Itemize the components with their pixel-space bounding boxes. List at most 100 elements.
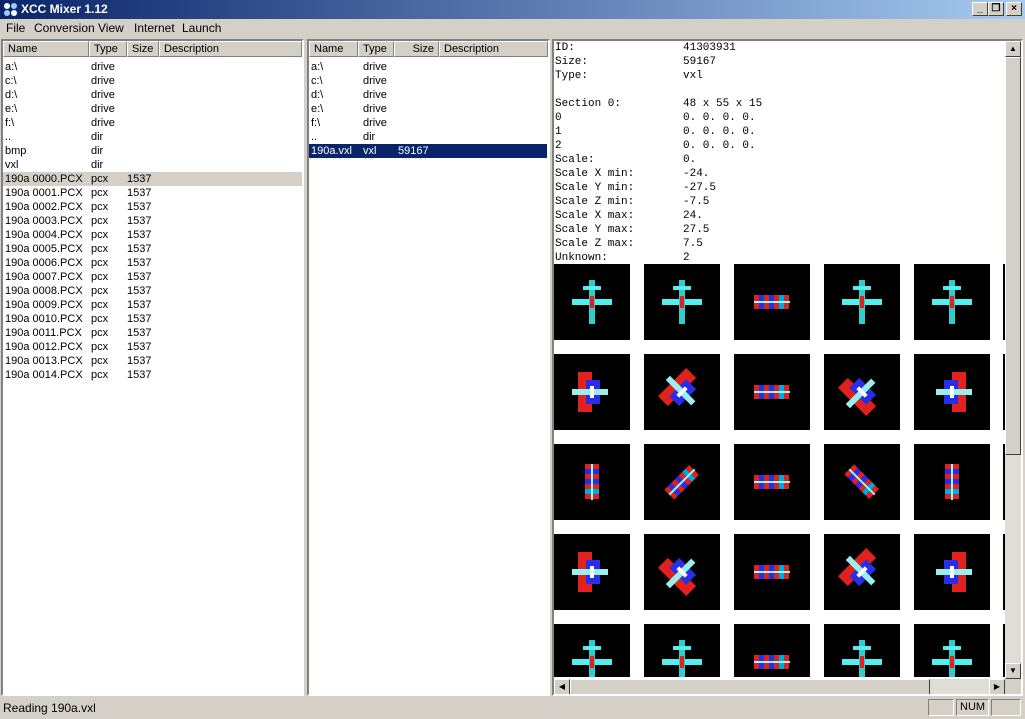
list-item[interactable]: 190a.vxl vxl 59167 <box>309 144 547 158</box>
vxl-thumbnail <box>914 354 990 430</box>
info-value: 0. 0. 0. 0. <box>683 140 756 152</box>
cell-type: drive <box>363 61 387 73</box>
menu-launch[interactable]: Launch <box>182 21 221 35</box>
scroll-right-button[interactable]: ▶ <box>989 679 1005 694</box>
info-key: Type: <box>555 70 589 82</box>
info-value: 2 <box>683 252 690 264</box>
info-value: -7.5 <box>683 196 710 208</box>
cell-name: 190a 0006.PCX <box>5 257 83 269</box>
cell-type: pcx <box>91 327 109 339</box>
cell-type: pcx <box>91 355 109 367</box>
list-item[interactable]: c:\ drive <box>3 74 302 88</box>
restore-button[interactable]: ❐ <box>988 2 1004 16</box>
cell-type: dir <box>363 131 376 143</box>
cell-size: 1537 <box>127 327 152 339</box>
cell-name: bmp <box>5 145 27 157</box>
list-item[interactable]: .. dir <box>3 130 302 144</box>
menu-bar: File Conversion View Internet Launch <box>0 19 1025 38</box>
list-item[interactable]: vxl dir <box>3 158 302 172</box>
list-item[interactable]: bmp dir <box>3 144 302 158</box>
cell-type: pcx <box>91 313 109 325</box>
cell-size: 1537 <box>127 229 152 241</box>
menu-internet[interactable]: Internet <box>134 21 175 35</box>
vxl-thumbnail <box>644 624 720 677</box>
list-item[interactable]: 190a 0011.PCX pcx 1537 <box>3 326 302 340</box>
list-item[interactable]: 190a 0005.PCX pcx 1537 <box>3 242 302 256</box>
list-item[interactable]: 190a 0004.PCX pcx 1537 <box>3 228 302 242</box>
status-text: Reading 190a.vxl <box>3 701 96 715</box>
cell-type: pcx <box>91 257 109 269</box>
cell-name: 190a 0002.PCX <box>5 201 83 213</box>
window-title: XCC Mixer 1.12 <box>21 2 108 16</box>
column-description[interactable]: Description <box>439 41 548 57</box>
list-item[interactable]: a:\ drive <box>309 60 547 74</box>
cell-size: 1537 <box>127 271 152 283</box>
cell-type: dir <box>91 159 104 171</box>
menu-conversion[interactable]: Conversion <box>34 21 95 35</box>
horizontal-scroll-thumb[interactable] <box>570 679 930 694</box>
minimize-button[interactable]: _ <box>972 2 988 16</box>
vxl-thumbnail <box>824 534 900 610</box>
list-item[interactable]: f:\ drive <box>3 116 302 130</box>
preview-pane[interactable]: ID: 41303931 Size: 59167 Type: vxl Section 0: 4… <box>552 39 1023 696</box>
middle-file-list[interactable]: Name Type Size Description a:\ drive c:\ dr… <box>307 39 550 696</box>
cell-type: pcx <box>91 271 109 283</box>
info-value: 0. 0. 0. 0. <box>683 126 756 138</box>
list-item[interactable]: 190a 0003.PCX pcx 1537 <box>3 214 302 228</box>
list-item[interactable]: d:\ drive <box>309 88 547 102</box>
cell-size: 1537 <box>127 257 152 269</box>
column-type[interactable]: Type <box>89 41 127 57</box>
scroll-down-button[interactable]: ▼ <box>1005 663 1021 679</box>
list-item[interactable]: 190a 0012.PCX pcx 1537 <box>3 340 302 354</box>
cell-size: 1537 <box>127 341 152 353</box>
close-button[interactable]: × <box>1006 2 1022 16</box>
menu-view[interactable]: View <box>98 21 124 35</box>
cell-type: drive <box>363 75 387 87</box>
vxl-thumbnail <box>914 264 990 340</box>
column-name[interactable]: Name <box>3 41 89 57</box>
left-file-list[interactable]: Name Type Size Description a:\ drive c:\ dr… <box>1 39 304 696</box>
list-item[interactable]: a:\ drive <box>3 60 302 74</box>
list-item[interactable]: 190a 0014.PCX pcx 1537 <box>3 368 302 382</box>
list-item[interactable]: 190a 0000.PCX pcx 1537 <box>3 172 302 186</box>
cell-name: 190a 0010.PCX <box>5 313 83 325</box>
cell-name: 190a 0007.PCX <box>5 271 83 283</box>
cell-name: 190a 0005.PCX <box>5 243 83 255</box>
vertical-scrollbar[interactable]: ▲ ▼ <box>1005 41 1021 679</box>
info-key: Size: <box>555 56 589 68</box>
list-item[interactable]: .. dir <box>309 130 547 144</box>
column-size[interactable]: Size <box>127 41 159 57</box>
info-value: 24. <box>683 210 703 222</box>
list-item[interactable]: 190a 0002.PCX pcx 1537 <box>3 200 302 214</box>
cell-name: c:\ <box>5 75 17 87</box>
list-item[interactable]: 190a 0006.PCX pcx 1537 <box>3 256 302 270</box>
scroll-up-button[interactable]: ▲ <box>1005 41 1021 57</box>
list-item[interactable]: f:\ drive <box>309 116 547 130</box>
list-item[interactable]: 190a 0013.PCX pcx 1537 <box>3 354 302 368</box>
list-item[interactable]: 190a 0008.PCX pcx 1537 <box>3 284 302 298</box>
vxl-thumbnail <box>554 444 630 520</box>
list-item[interactable]: 190a 0001.PCX pcx 1537 <box>3 186 302 200</box>
list-item[interactable]: 190a 0009.PCX pcx 1537 <box>3 298 302 312</box>
vxl-thumbnail <box>644 534 720 610</box>
cell-size: 1537 <box>127 201 152 213</box>
list-item[interactable]: c:\ drive <box>309 74 547 88</box>
scroll-left-button[interactable]: ◀ <box>554 679 570 694</box>
column-size[interactable]: Size <box>394 41 439 57</box>
vxl-thumbnail <box>734 354 810 430</box>
list-item[interactable]: 190a 0007.PCX pcx 1537 <box>3 270 302 284</box>
list-item[interactable]: e:\ drive <box>309 102 547 116</box>
horizontal-scrollbar[interactable]: ◀ ▶ <box>554 679 1005 694</box>
column-type[interactable]: Type <box>358 41 394 57</box>
title-bar: XCC Mixer 1.12 _ ❐ × <box>0 0 1025 19</box>
app-icon <box>4 3 17 16</box>
list-item[interactable]: d:\ drive <box>3 88 302 102</box>
column-description[interactable]: Description <box>159 41 302 57</box>
column-name[interactable]: Name <box>309 41 358 57</box>
menu-file[interactable]: File <box>6 21 25 35</box>
list-item[interactable]: e:\ drive <box>3 102 302 116</box>
cell-type: pcx <box>91 299 109 311</box>
vertical-scroll-thumb[interactable] <box>1005 57 1021 455</box>
cell-name: f:\ <box>311 117 321 129</box>
list-item[interactable]: 190a 0010.PCX pcx 1537 <box>3 312 302 326</box>
